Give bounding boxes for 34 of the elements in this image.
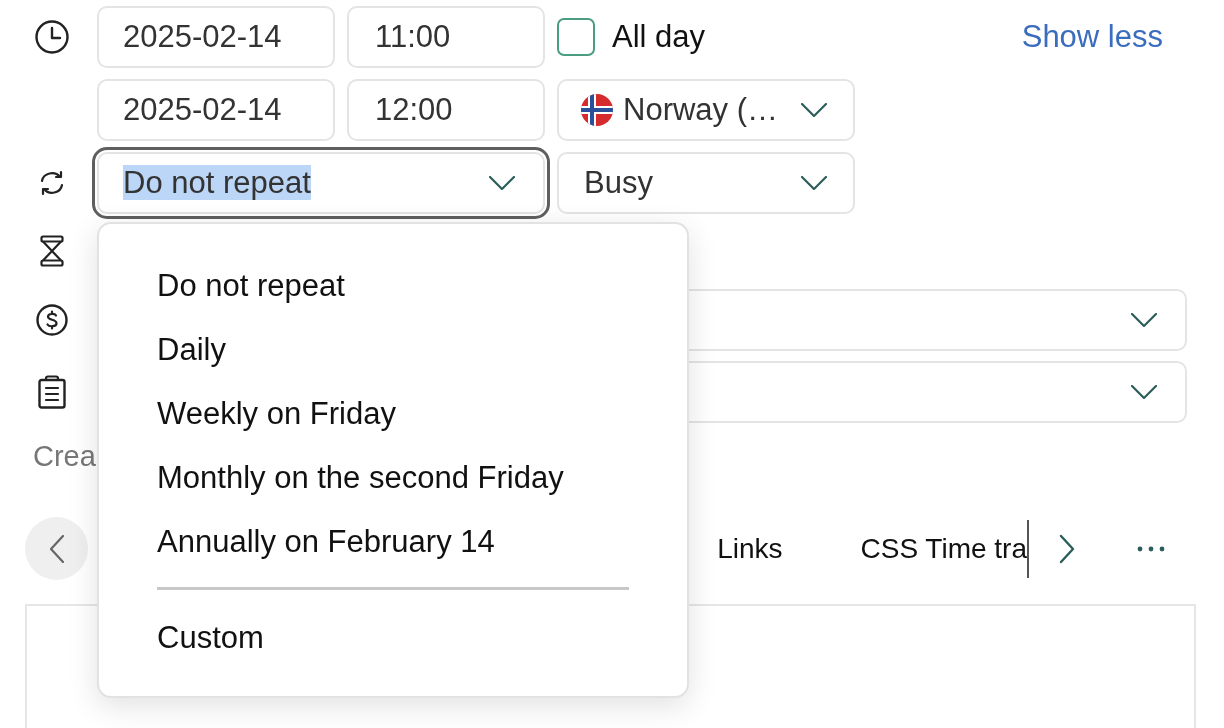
date-field[interactable]: 2025-02-14	[97, 79, 335, 141]
chevron-down-icon	[801, 103, 827, 117]
chevron-left-icon	[49, 534, 64, 563]
tab[interactable]: Links	[717, 527, 783, 570]
refresh-icon	[38, 170, 66, 196]
menu-option[interactable]: Daily	[99, 318, 687, 382]
chevron-down-icon	[801, 176, 827, 190]
clipboard-icon	[38, 375, 66, 409]
chevron-down-icon	[489, 176, 515, 190]
show-less-link[interactable]: Show less	[1021, 13, 1163, 61]
all-day-checkbox[interactable]	[557, 18, 595, 56]
create-text: Crea	[33, 439, 96, 475]
all-day-label: All day	[612, 17, 706, 56]
menu-option[interactable]: Monthly on the second Friday	[99, 446, 687, 510]
next-button[interactable]	[1059, 533, 1075, 564]
availability-select[interactable]: Busy	[557, 152, 855, 214]
chevron-down-icon	[1131, 313, 1157, 327]
more-icon	[1137, 545, 1165, 552]
hourglass-icon	[40, 235, 64, 267]
menu-option[interactable]: Do not repeat	[99, 254, 687, 318]
chevron-right-icon	[1059, 533, 1075, 564]
time-field[interactable]: 12:00	[347, 79, 545, 141]
timezone-select[interactable]: Norway (…	[557, 79, 855, 141]
menu-option[interactable]: Annually on February 14	[99, 510, 687, 574]
more-button[interactable]	[1137, 544, 1165, 553]
date-field[interactable]: 2025-02-14	[97, 6, 335, 68]
chevron-down-icon	[1131, 385, 1157, 399]
dollar-icon	[36, 304, 68, 336]
time-field[interactable]: 11:00	[347, 6, 545, 68]
flag-icon	[581, 94, 613, 126]
menu-option[interactable]: Custom	[99, 606, 687, 670]
tab[interactable]: CSS Time tra	[860, 527, 1027, 570]
menu-option[interactable]: Weekly on Friday	[99, 382, 687, 446]
clock-icon	[35, 20, 69, 54]
